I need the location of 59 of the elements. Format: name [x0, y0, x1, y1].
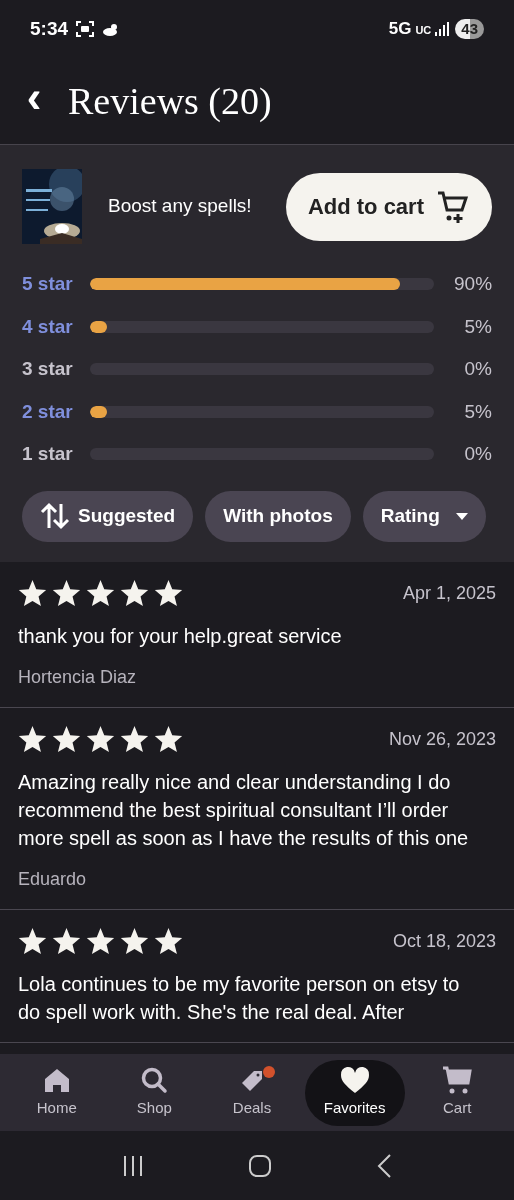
star-label: 1 star	[22, 442, 74, 466]
nav-tab[interactable]: Shop	[109, 1059, 200, 1126]
star-icon	[18, 927, 47, 956]
reviewer-name: Hortencia Diaz	[18, 665, 138, 689]
status-time: 5:34	[30, 16, 69, 41]
nav-tab[interactable]: Deals	[207, 1059, 297, 1126]
favorites-icon	[338, 1065, 371, 1096]
star-icon	[18, 579, 47, 608]
cart-icon	[441, 1065, 474, 1096]
star-icon	[154, 927, 183, 956]
signal-icon	[435, 22, 450, 36]
back-button[interactable]: ‹	[22, 75, 46, 119]
nav-tab[interactable]: Home	[11, 1059, 102, 1126]
network-suffix: UC	[415, 23, 432, 39]
page-title: Reviews (20)	[68, 78, 272, 124]
star-icon	[86, 725, 115, 754]
star-icon	[18, 725, 47, 754]
percent-label: 0%	[463, 442, 492, 466]
star-icon	[86, 579, 115, 608]
star-filter-link[interactable]: 2 star	[22, 397, 90, 426]
review-text: Lola continues to be my favorite person on etsy to do spell work with. She's the real deal. After	[18, 971, 461, 1025]
back-icon[interactable]	[376, 1152, 392, 1179]
recent-apps-icon[interactable]	[122, 1154, 144, 1177]
battery-level: 43	[455, 19, 484, 39]
cart-plus-icon	[436, 189, 470, 224]
screenshot-icon	[76, 21, 95, 37]
percent-label: 90%	[454, 272, 492, 296]
review-text: thank you for your help.great service	[18, 623, 343, 649]
product-name: Boost any spells!	[108, 194, 253, 219]
percent-label: 5%	[463, 399, 492, 424]
nav-tab[interactable]: Cart	[412, 1059, 503, 1126]
review-date: Oct 18, 2023	[392, 929, 496, 953]
star-icon	[52, 579, 81, 608]
review-text: Amazing really nice and clear understanding I do recommend the best spiritual consultant I’ll order more spell as soon as I have the results of this one	[18, 769, 470, 851]
nav-tab[interactable]: Favorites	[304, 1059, 405, 1126]
star-filter-link[interactable]: 5 star	[22, 270, 90, 299]
star-icon	[154, 579, 183, 608]
sort-button[interactable]: Suggested	[22, 490, 194, 542]
percent-label: 5%	[463, 314, 492, 339]
star-icon	[120, 579, 149, 608]
rating-dropdown[interactable]: Rating	[362, 490, 486, 542]
add-to-cart-button[interactable]: Add to cart	[285, 172, 492, 241]
network-label: 5G	[388, 18, 412, 41]
star-icon	[154, 725, 183, 754]
percent-label: 0%	[463, 357, 492, 381]
review-date: Nov 26, 2023	[388, 727, 496, 751]
star-icon	[52, 725, 81, 754]
home-icon[interactable]	[248, 1153, 272, 1178]
star-icon	[120, 725, 149, 754]
caret-icon	[455, 512, 468, 520]
star-icon	[120, 927, 149, 956]
star-label: 3 star	[22, 357, 74, 381]
filter-chip[interactable]: With photos	[205, 490, 351, 542]
reviewer-name: Eduardo	[18, 867, 88, 891]
star-filter-link[interactable]: 4 star	[22, 312, 90, 341]
star-icon	[86, 927, 115, 956]
review-date: Apr 1, 2025	[402, 581, 496, 605]
sort-icon	[40, 502, 70, 530]
star-icon	[52, 927, 81, 956]
